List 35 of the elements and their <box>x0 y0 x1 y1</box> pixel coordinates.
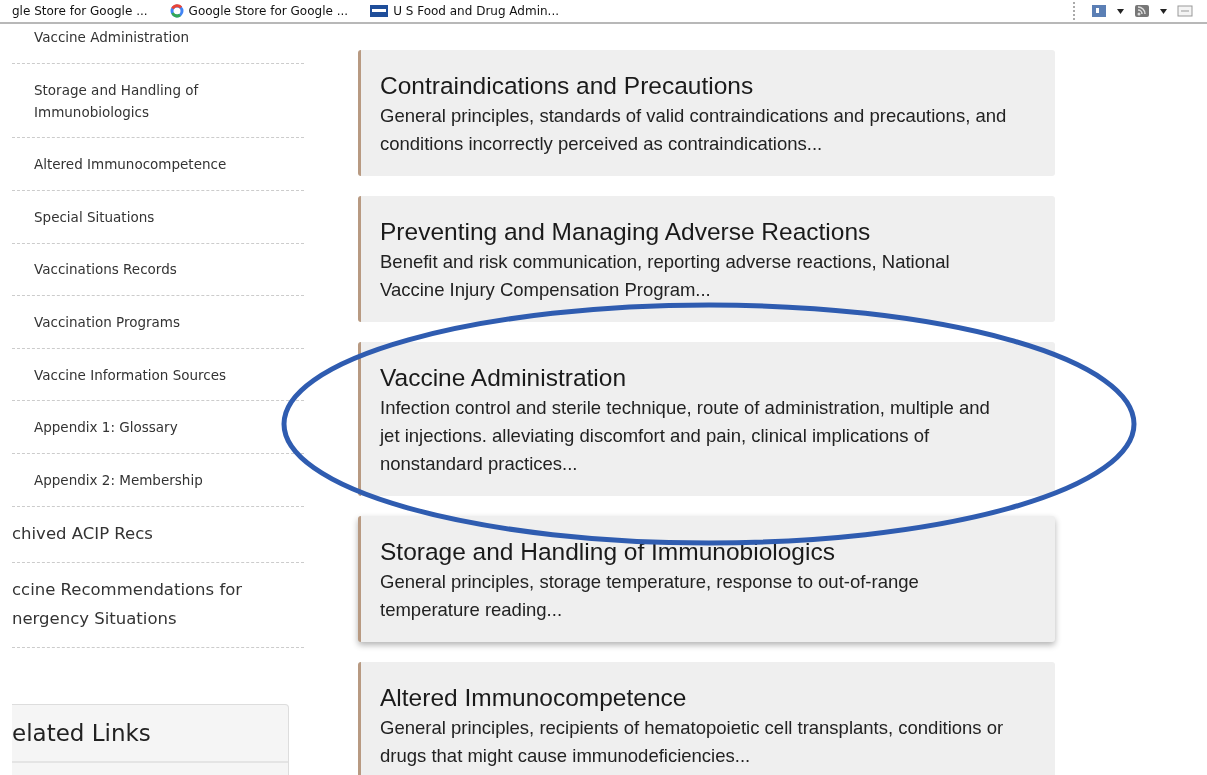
topic-card[interactable]: Preventing and Managing Adverse Reactions Benefit and risk communication, reporting adverse reactions, National Vaccine Injury Compensation Program... <box>358 196 1055 322</box>
sidebar-item[interactable]: chived ACIP Recs <box>12 506 262 562</box>
topic-card[interactable]: Storage and Handling of Immunobiologics General principles, storage temperature, response to out-of-range temperature reading... <box>358 516 1055 642</box>
sidebar-subitem[interactable]: Storage and Handling of Immunobiologics <box>12 63 254 138</box>
card-description: General principles, standards of valid contraindications and precautions, and conditions incorrectly perceived as contraindications... <box>380 104 1008 156</box>
card-title: Vaccine Administration <box>380 363 627 393</box>
topic-card[interactable]: Altered Immunocompetence General principles, recipients of hematopoietic cell transplants, conditions or drugs that might cause immunodeficiencies... <box>358 662 1055 775</box>
bookmark-link[interactable]: U S Food and Drug Admin... <box>370 4 560 18</box>
bookmark-link[interactable]: gle Store for Google ... <box>12 4 148 18</box>
sidebar-subitem[interactable]: Appendix 1: Glossary <box>12 401 254 453</box>
sidebar-subitem[interactable]: Vaccinations Records <box>12 243 254 296</box>
card-description: General principles, storage temperature, response to out-of-range temperature reading... <box>380 570 920 622</box>
sidebar-subitem[interactable]: Altered Immunocompetence <box>12 138 254 190</box>
agency-logo-icon <box>370 5 389 17</box>
card-title: Contraindications and Precautions <box>380 71 754 101</box>
sidebar-item[interactable]: ccine Recommendations for nergency Situations <box>12 562 262 647</box>
sidebar-subitem[interactable]: Special Situations <box>12 191 254 243</box>
sidebar-subitem[interactable]: Vaccination Programs <box>12 296 254 348</box>
caret-icon[interactable] <box>1117 8 1124 14</box>
card-title: Altered Immunocompetence <box>380 683 687 713</box>
panel-heading: elated Links <box>12 704 288 763</box>
sidebar-subitem[interactable]: Appendix 2: Membership <box>12 453 254 506</box>
card-title: Preventing and Managing Adverse Reactions <box>380 217 871 247</box>
topic-card[interactable]: Contraindications and Precautions General principles, standards of valid contraindications and precautions, and conditions incorrectly perceived as contraindications... <box>358 50 1055 176</box>
sidebar-subitem[interactable]: Vaccine Information Sources <box>12 348 254 401</box>
card-description: General principles, recipients of hematopoietic cell transplants, conditions or drugs that might cause immunodeficiencies... <box>380 716 1005 768</box>
feed-icon[interactable] <box>1134 4 1150 18</box>
sidebar-subitem[interactable]: Vaccine Administration <box>12 24 254 63</box>
caret-icon[interactable] <box>1160 8 1167 14</box>
card-description: Infection control and sterile technique, route of administration, multiple and jet injections. alleviating discomfort and pain, clinical implications of nonstandard practices... <box>380 396 991 476</box>
card-description: Benefit and risk communication, reporting adverse reactions, National Vaccine Injury Compensation Program... <box>380 250 951 302</box>
toolbar-page-icon[interactable] <box>1091 4 1107 18</box>
topic-card[interactable]: Vaccine Administration Infection control and sterile technique, route of administration, multiple and jet injections. alleviating discomfort and pain, clinical implications of nonstandard practices... <box>358 342 1055 496</box>
bookmark-link[interactable]: Google Store for Google ... <box>169 4 349 18</box>
card-title: Storage and Handling of Immunobiologics <box>380 537 835 567</box>
